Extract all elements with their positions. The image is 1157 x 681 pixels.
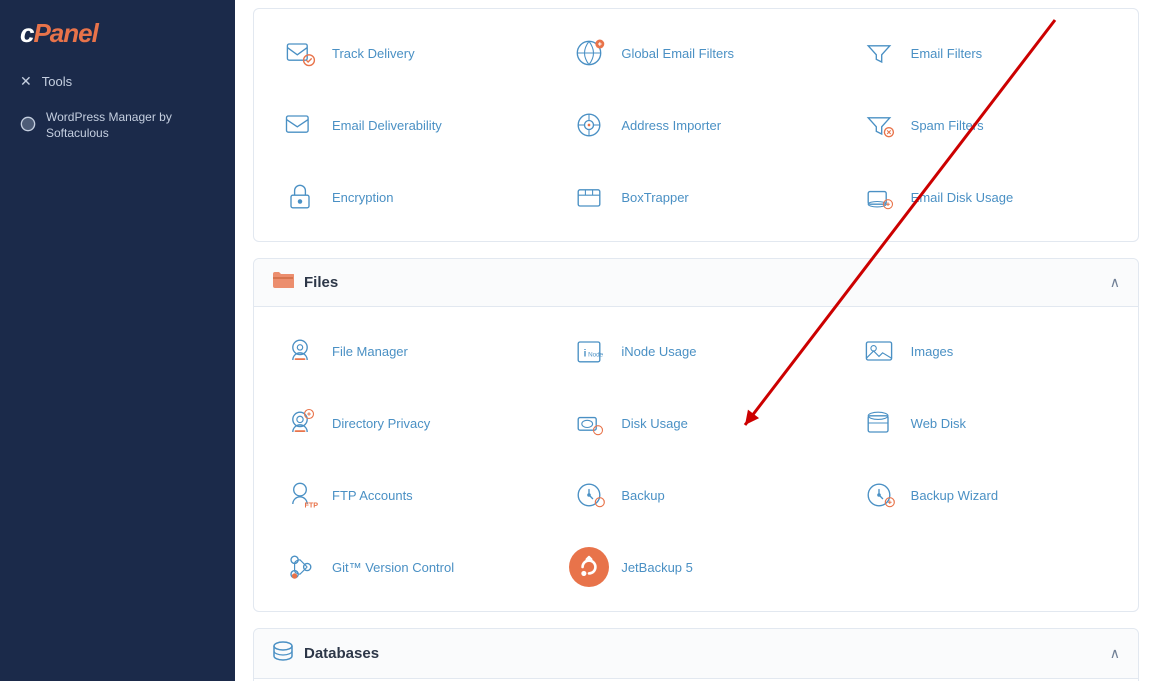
images-icon (859, 331, 899, 371)
inode-usage-icon: i Node (569, 331, 609, 371)
encryption-item[interactable]: Encryption (264, 163, 549, 231)
web-disk-label: Web Disk (911, 416, 966, 431)
ftp-accounts-label: FTP Accounts (332, 488, 413, 503)
global-email-filters-item[interactable]: Global Email Filters (553, 19, 838, 87)
cpanel-logo: cPanel (0, 0, 235, 63)
images-item[interactable]: Images (843, 317, 1128, 385)
email-filters-item[interactable]: Email Filters (843, 19, 1128, 87)
ftp-accounts-icon: FTP (280, 475, 320, 515)
sidebar-item-tools-label: Tools (42, 74, 72, 89)
encryption-label: Encryption (332, 190, 393, 205)
global-email-filters-icon (569, 33, 609, 73)
sidebar-item-wordpress-manager[interactable]: WordPress Manager by Softaculous (0, 100, 235, 151)
databases-section-header[interactable]: Databases ∧ (254, 629, 1138, 679)
directory-privacy-item[interactable]: Directory Privacy (264, 389, 549, 457)
backup-icon (569, 475, 609, 515)
inode-usage-label: iNode Usage (621, 344, 696, 359)
backup-item[interactable]: Backup (553, 461, 838, 529)
global-email-filters-label: Global Email Filters (621, 46, 734, 61)
backup-wizard-label: Backup Wizard (911, 488, 998, 503)
jetbackup-label: JetBackup 5 (621, 560, 693, 575)
boxtrapper-item[interactable]: BoxTrapper (553, 163, 838, 231)
images-label: Images (911, 344, 954, 359)
spam-filters-item[interactable]: Spam Filters (843, 91, 1128, 159)
tools-icon: ✕ (20, 73, 32, 90)
email-items-grid: Track Delivery Global Email Filters (254, 9, 1138, 241)
email-disk-usage-icon (859, 177, 899, 217)
web-disk-item[interactable]: Web Disk (843, 389, 1128, 457)
directory-privacy-icon (280, 403, 320, 443)
file-manager-icon (280, 331, 320, 371)
files-items-grid: File Manager i Node iNode Usage (254, 307, 1138, 611)
spam-filters-icon (859, 105, 899, 145)
address-importer-label: Address Importer (621, 118, 721, 133)
wordpress-icon (20, 116, 36, 135)
sidebar-item-tools[interactable]: ✕ Tools (0, 63, 235, 100)
main-content: Track Delivery Global Email Filters (235, 0, 1157, 681)
file-manager-item[interactable]: File Manager (264, 317, 549, 385)
databases-chevron-icon: ∧ (1110, 645, 1120, 662)
jetbackup-logo (569, 547, 609, 587)
boxtrapper-label: BoxTrapper (621, 190, 688, 205)
web-disk-icon (859, 403, 899, 443)
databases-section-header-left: Databases (272, 641, 379, 666)
email-filters-label: Email Filters (911, 46, 983, 61)
backup-wizard-icon (859, 475, 899, 515)
backup-label: Backup (621, 488, 664, 503)
email-deliverability-label: Email Deliverability (332, 118, 442, 133)
encryption-icon (280, 177, 320, 217)
databases-section: Databases ∧ php phpMyAdmin (253, 628, 1139, 681)
address-importer-icon (569, 105, 609, 145)
svg-text:i: i (584, 348, 587, 359)
spam-filters-label: Spam Filters (911, 118, 984, 133)
boxtrapper-icon (569, 177, 609, 217)
disk-usage-label: Disk Usage (621, 416, 687, 431)
inode-usage-item[interactable]: i Node iNode Usage (553, 317, 838, 385)
track-delivery-item[interactable]: Track Delivery (264, 19, 549, 87)
git-version-control-label: Git™ Version Control (332, 560, 454, 575)
backup-wizard-item[interactable]: Backup Wizard (843, 461, 1128, 529)
email-deliverability-icon (280, 105, 320, 145)
databases-db-icon (272, 641, 294, 666)
track-delivery-label: Track Delivery (332, 46, 415, 61)
git-version-control-icon (280, 547, 320, 587)
jetbackup-item[interactable]: JetBackup 5 (553, 533, 838, 601)
address-importer-item[interactable]: Address Importer (553, 91, 838, 159)
svg-text:Node: Node (588, 351, 604, 358)
email-section-partial: Track Delivery Global Email Filters (253, 8, 1139, 242)
files-chevron-icon: ∧ (1110, 274, 1120, 291)
email-deliverability-item[interactable]: Email Deliverability (264, 91, 549, 159)
disk-usage-icon (569, 403, 609, 443)
ftp-accounts-item[interactable]: FTP FTP Accounts (264, 461, 549, 529)
email-filters-icon (859, 33, 899, 73)
files-section-header-left: Files (272, 271, 338, 294)
databases-section-title: Databases (304, 645, 379, 662)
files-section-title: Files (304, 274, 338, 291)
files-folder-icon (272, 271, 294, 294)
jetbackup-icon (569, 547, 609, 587)
svg-text:FTP: FTP (305, 501, 319, 510)
sidebar-item-wordpress-label: WordPress Manager by Softaculous (46, 110, 215, 141)
file-manager-label: File Manager (332, 344, 408, 359)
email-disk-usage-label: Email Disk Usage (911, 190, 1014, 205)
sidebar: cPanel ✕ Tools WordPress Manager by Soft… (0, 0, 235, 681)
disk-usage-item[interactable]: Disk Usage (553, 389, 838, 457)
git-version-control-item[interactable]: Git™ Version Control (264, 533, 549, 601)
track-delivery-icon (280, 33, 320, 73)
files-section-header[interactable]: Files ∧ (254, 259, 1138, 307)
email-disk-usage-item[interactable]: Email Disk Usage (843, 163, 1128, 231)
files-section: Files ∧ File Manager (253, 258, 1139, 612)
directory-privacy-label: Directory Privacy (332, 416, 430, 431)
